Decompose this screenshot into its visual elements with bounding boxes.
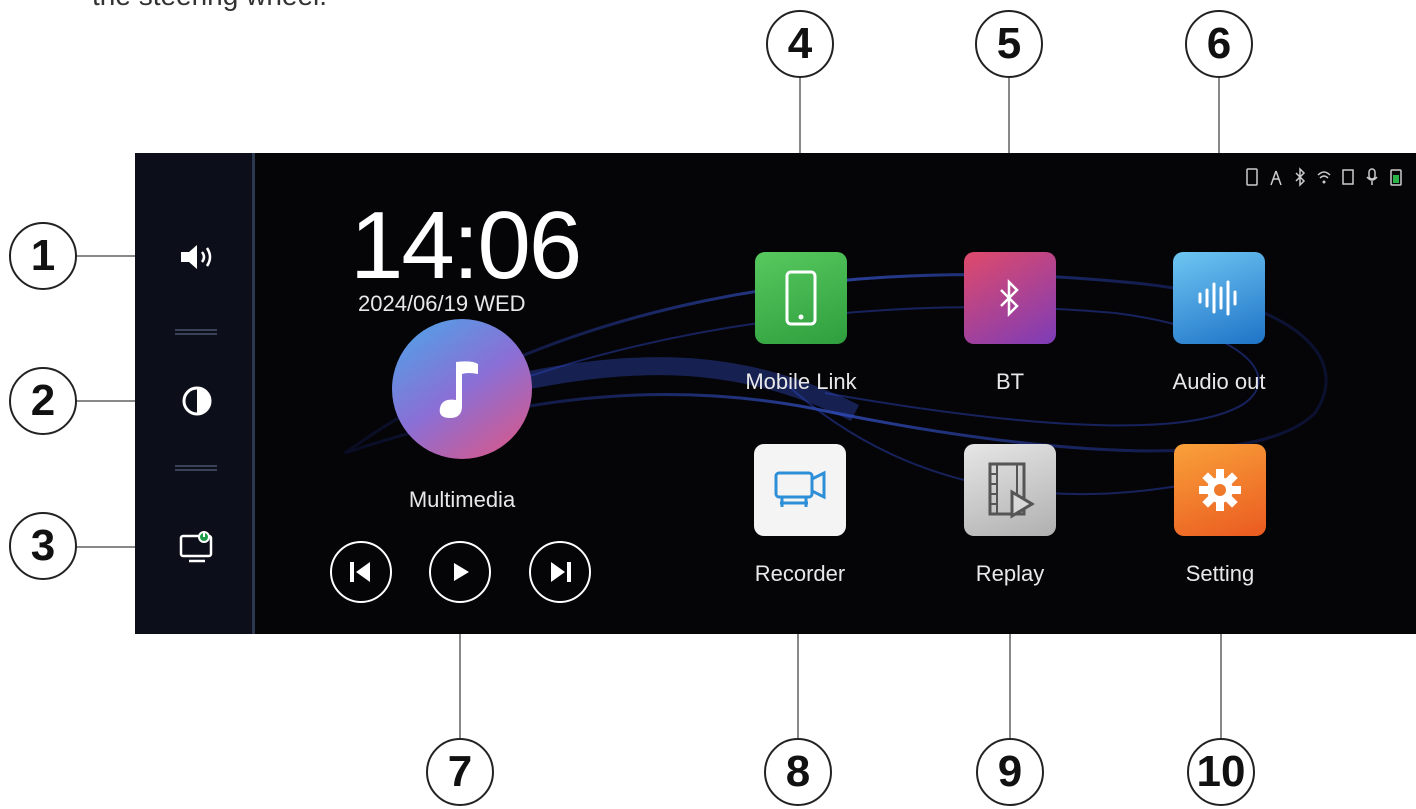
waveform-icon bbox=[1198, 280, 1237, 316]
volume-button[interactable] bbox=[158, 219, 235, 295]
recorder-label: Recorder bbox=[754, 561, 846, 586]
callout-8: 8 bbox=[764, 738, 832, 806]
film-icon bbox=[988, 462, 1035, 519]
head-unit-screen: 14:06 2024/06/19 WED Multimedia Mobile L… bbox=[135, 153, 1416, 634]
bt-app[interactable] bbox=[964, 252, 1056, 344]
clock-date: 2024/06/19 WED bbox=[358, 291, 526, 316]
callout-7: 7 bbox=[426, 738, 494, 806]
replay-label: Replay bbox=[975, 561, 1045, 586]
recorder-app[interactable] bbox=[754, 444, 846, 536]
replay-app[interactable] bbox=[964, 444, 1056, 536]
multimedia-label: Multimedia bbox=[408, 487, 516, 512]
callout-3: 3 bbox=[9, 512, 77, 580]
next-track-button[interactable] bbox=[529, 541, 591, 603]
play-button[interactable] bbox=[429, 541, 491, 603]
callout-4: 4 bbox=[766, 10, 834, 78]
battery-icon bbox=[1388, 167, 1404, 187]
volume-icon bbox=[180, 245, 211, 269]
mobile-link-app[interactable] bbox=[755, 252, 847, 344]
antenna-icon bbox=[1268, 167, 1284, 187]
previous-track-button[interactable] bbox=[330, 541, 392, 603]
camera-icon bbox=[774, 470, 826, 507]
music-note-icon bbox=[439, 361, 478, 418]
screen-off-button[interactable] bbox=[158, 508, 235, 584]
brightness-button[interactable] bbox=[158, 363, 235, 439]
phone-signal-icon bbox=[1244, 167, 1260, 187]
gear-icon bbox=[1199, 469, 1241, 511]
bt-label: BT bbox=[995, 369, 1025, 394]
bluetooth-icon bbox=[1000, 278, 1019, 318]
callout-9: 9 bbox=[976, 738, 1044, 806]
sidebar-divider bbox=[175, 329, 217, 335]
callout-6: 6 bbox=[1185, 10, 1253, 78]
multimedia-button[interactable] bbox=[392, 319, 532, 459]
screen-off-icon bbox=[179, 531, 212, 563]
skip-next-icon bbox=[551, 562, 571, 582]
callout-10: 10 bbox=[1187, 738, 1255, 806]
play-icon bbox=[454, 563, 469, 581]
setting-label: Setting bbox=[1185, 561, 1255, 586]
bluetooth-status-icon bbox=[1292, 167, 1308, 187]
status-bar bbox=[1244, 167, 1404, 187]
callout-2: 2 bbox=[9, 367, 77, 435]
audio-out-label: Audio out bbox=[1172, 369, 1266, 394]
sidebar-divider bbox=[175, 465, 217, 471]
callout-5: 5 bbox=[975, 10, 1043, 78]
mobile-link-label: Mobile Link bbox=[745, 369, 857, 394]
skip-previous-icon bbox=[350, 562, 370, 582]
caption-text: the steering wheel. bbox=[92, 0, 327, 12]
mobile-icon bbox=[785, 270, 817, 326]
callout-1: 1 bbox=[9, 222, 77, 290]
brightness-icon bbox=[182, 386, 211, 416]
setting-app[interactable] bbox=[1174, 444, 1266, 536]
sidebar bbox=[135, 153, 255, 634]
wifi-icon bbox=[1316, 167, 1332, 187]
sd-card-icon bbox=[1340, 167, 1356, 187]
clock-time: 14:06 bbox=[350, 192, 582, 299]
microphone-icon bbox=[1364, 167, 1380, 187]
audio-out-app[interactable] bbox=[1173, 252, 1265, 344]
